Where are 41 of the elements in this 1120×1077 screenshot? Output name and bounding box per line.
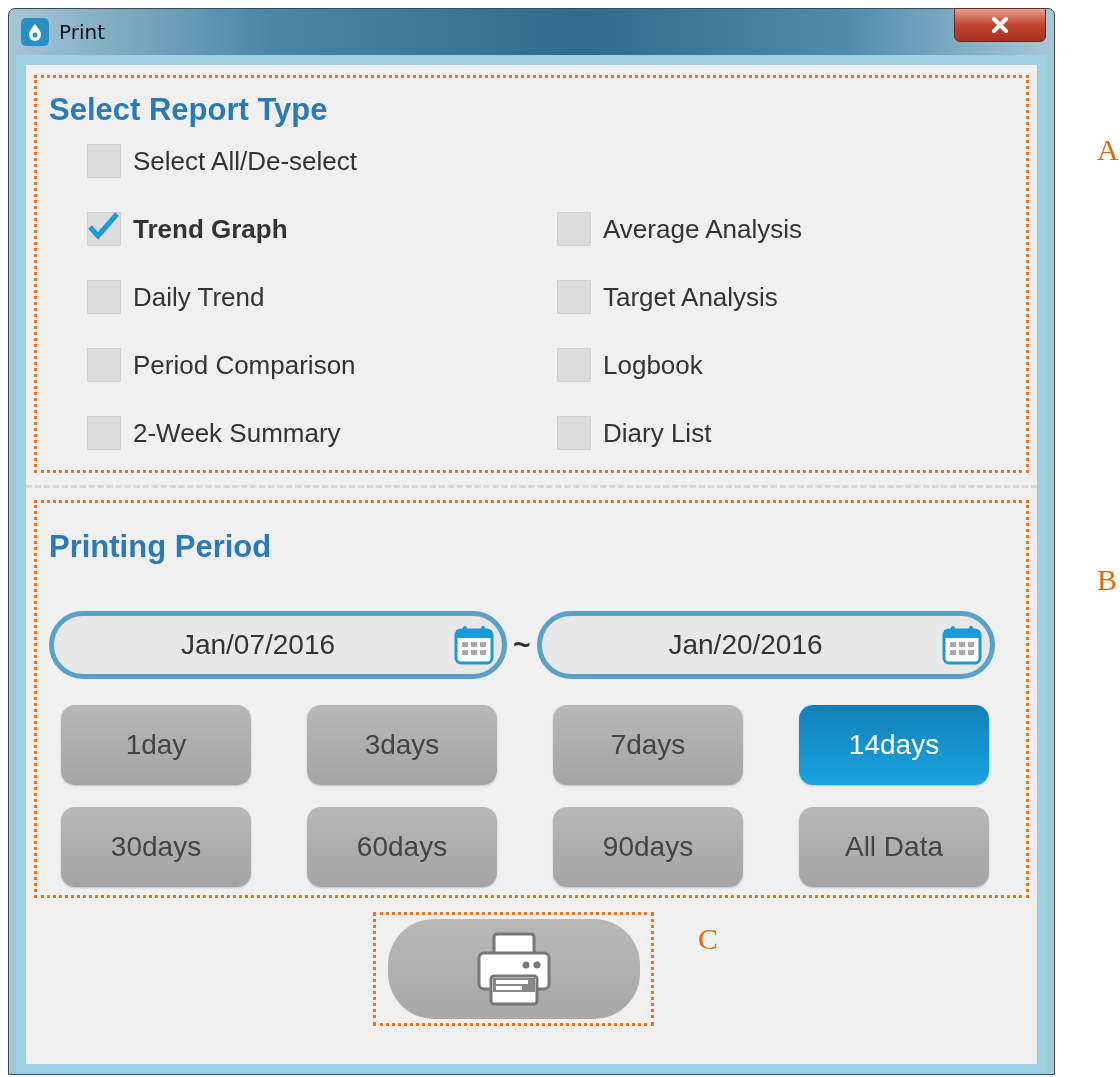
- annotation-label: A: [1097, 133, 1119, 167]
- period-button[interactable]: 60days: [307, 807, 497, 887]
- range-separator: ~: [513, 628, 531, 662]
- app-icon: [21, 18, 49, 46]
- period-button[interactable]: 14days: [799, 705, 989, 785]
- checkbox-label: Diary List: [603, 417, 712, 450]
- checkbox[interactable]: [557, 212, 591, 246]
- period-button[interactable]: 1day: [61, 705, 251, 785]
- checkbox[interactable]: [87, 348, 121, 382]
- period-button[interactable]: 7days: [553, 705, 743, 785]
- annotation-label: C: [698, 922, 718, 956]
- checkbox[interactable]: [87, 416, 121, 450]
- printer-icon: [475, 932, 552, 1006]
- close-icon: [991, 17, 1009, 33]
- close-button[interactable]: [954, 8, 1046, 42]
- checkbox-label: Period Comparison: [133, 349, 356, 382]
- checkbox[interactable]: [557, 416, 591, 450]
- period-button[interactable]: All Data: [799, 807, 989, 887]
- checkbox[interactable]: [87, 280, 121, 314]
- checkbox-label: Daily Trend: [133, 281, 265, 314]
- calendar-icon[interactable]: [454, 625, 494, 665]
- checkbox-label: Select All/De-select: [133, 145, 357, 178]
- checkbox[interactable]: [87, 144, 121, 178]
- end-date-field[interactable]: Jan/20/2016: [536, 611, 995, 679]
- annotation-label: B: [1097, 563, 1117, 597]
- calendar-icon[interactable]: [941, 625, 982, 665]
- period-button[interactable]: 3days: [307, 705, 497, 785]
- section-heading: Printing Period: [49, 529, 273, 566]
- checkbox-label: 2-Week Summary: [133, 417, 341, 450]
- checkbox-label: Target Analysis: [603, 281, 778, 314]
- period-button[interactable]: 90days: [553, 807, 743, 887]
- checkbox-label: Trend Graph: [133, 213, 288, 246]
- checkbox[interactable]: [87, 212, 121, 246]
- section-heading: Select Report Type: [49, 92, 329, 129]
- checkbox-label: Logbook: [603, 349, 703, 382]
- period-button[interactable]: 30days: [61, 807, 251, 887]
- checkbox-label: Average Analysis: [603, 213, 802, 246]
- checkbox[interactable]: [557, 280, 591, 314]
- window-title: Print: [59, 20, 105, 44]
- start-date-field[interactable]: Jan/07/2016: [49, 611, 507, 679]
- checkbox[interactable]: [557, 348, 591, 382]
